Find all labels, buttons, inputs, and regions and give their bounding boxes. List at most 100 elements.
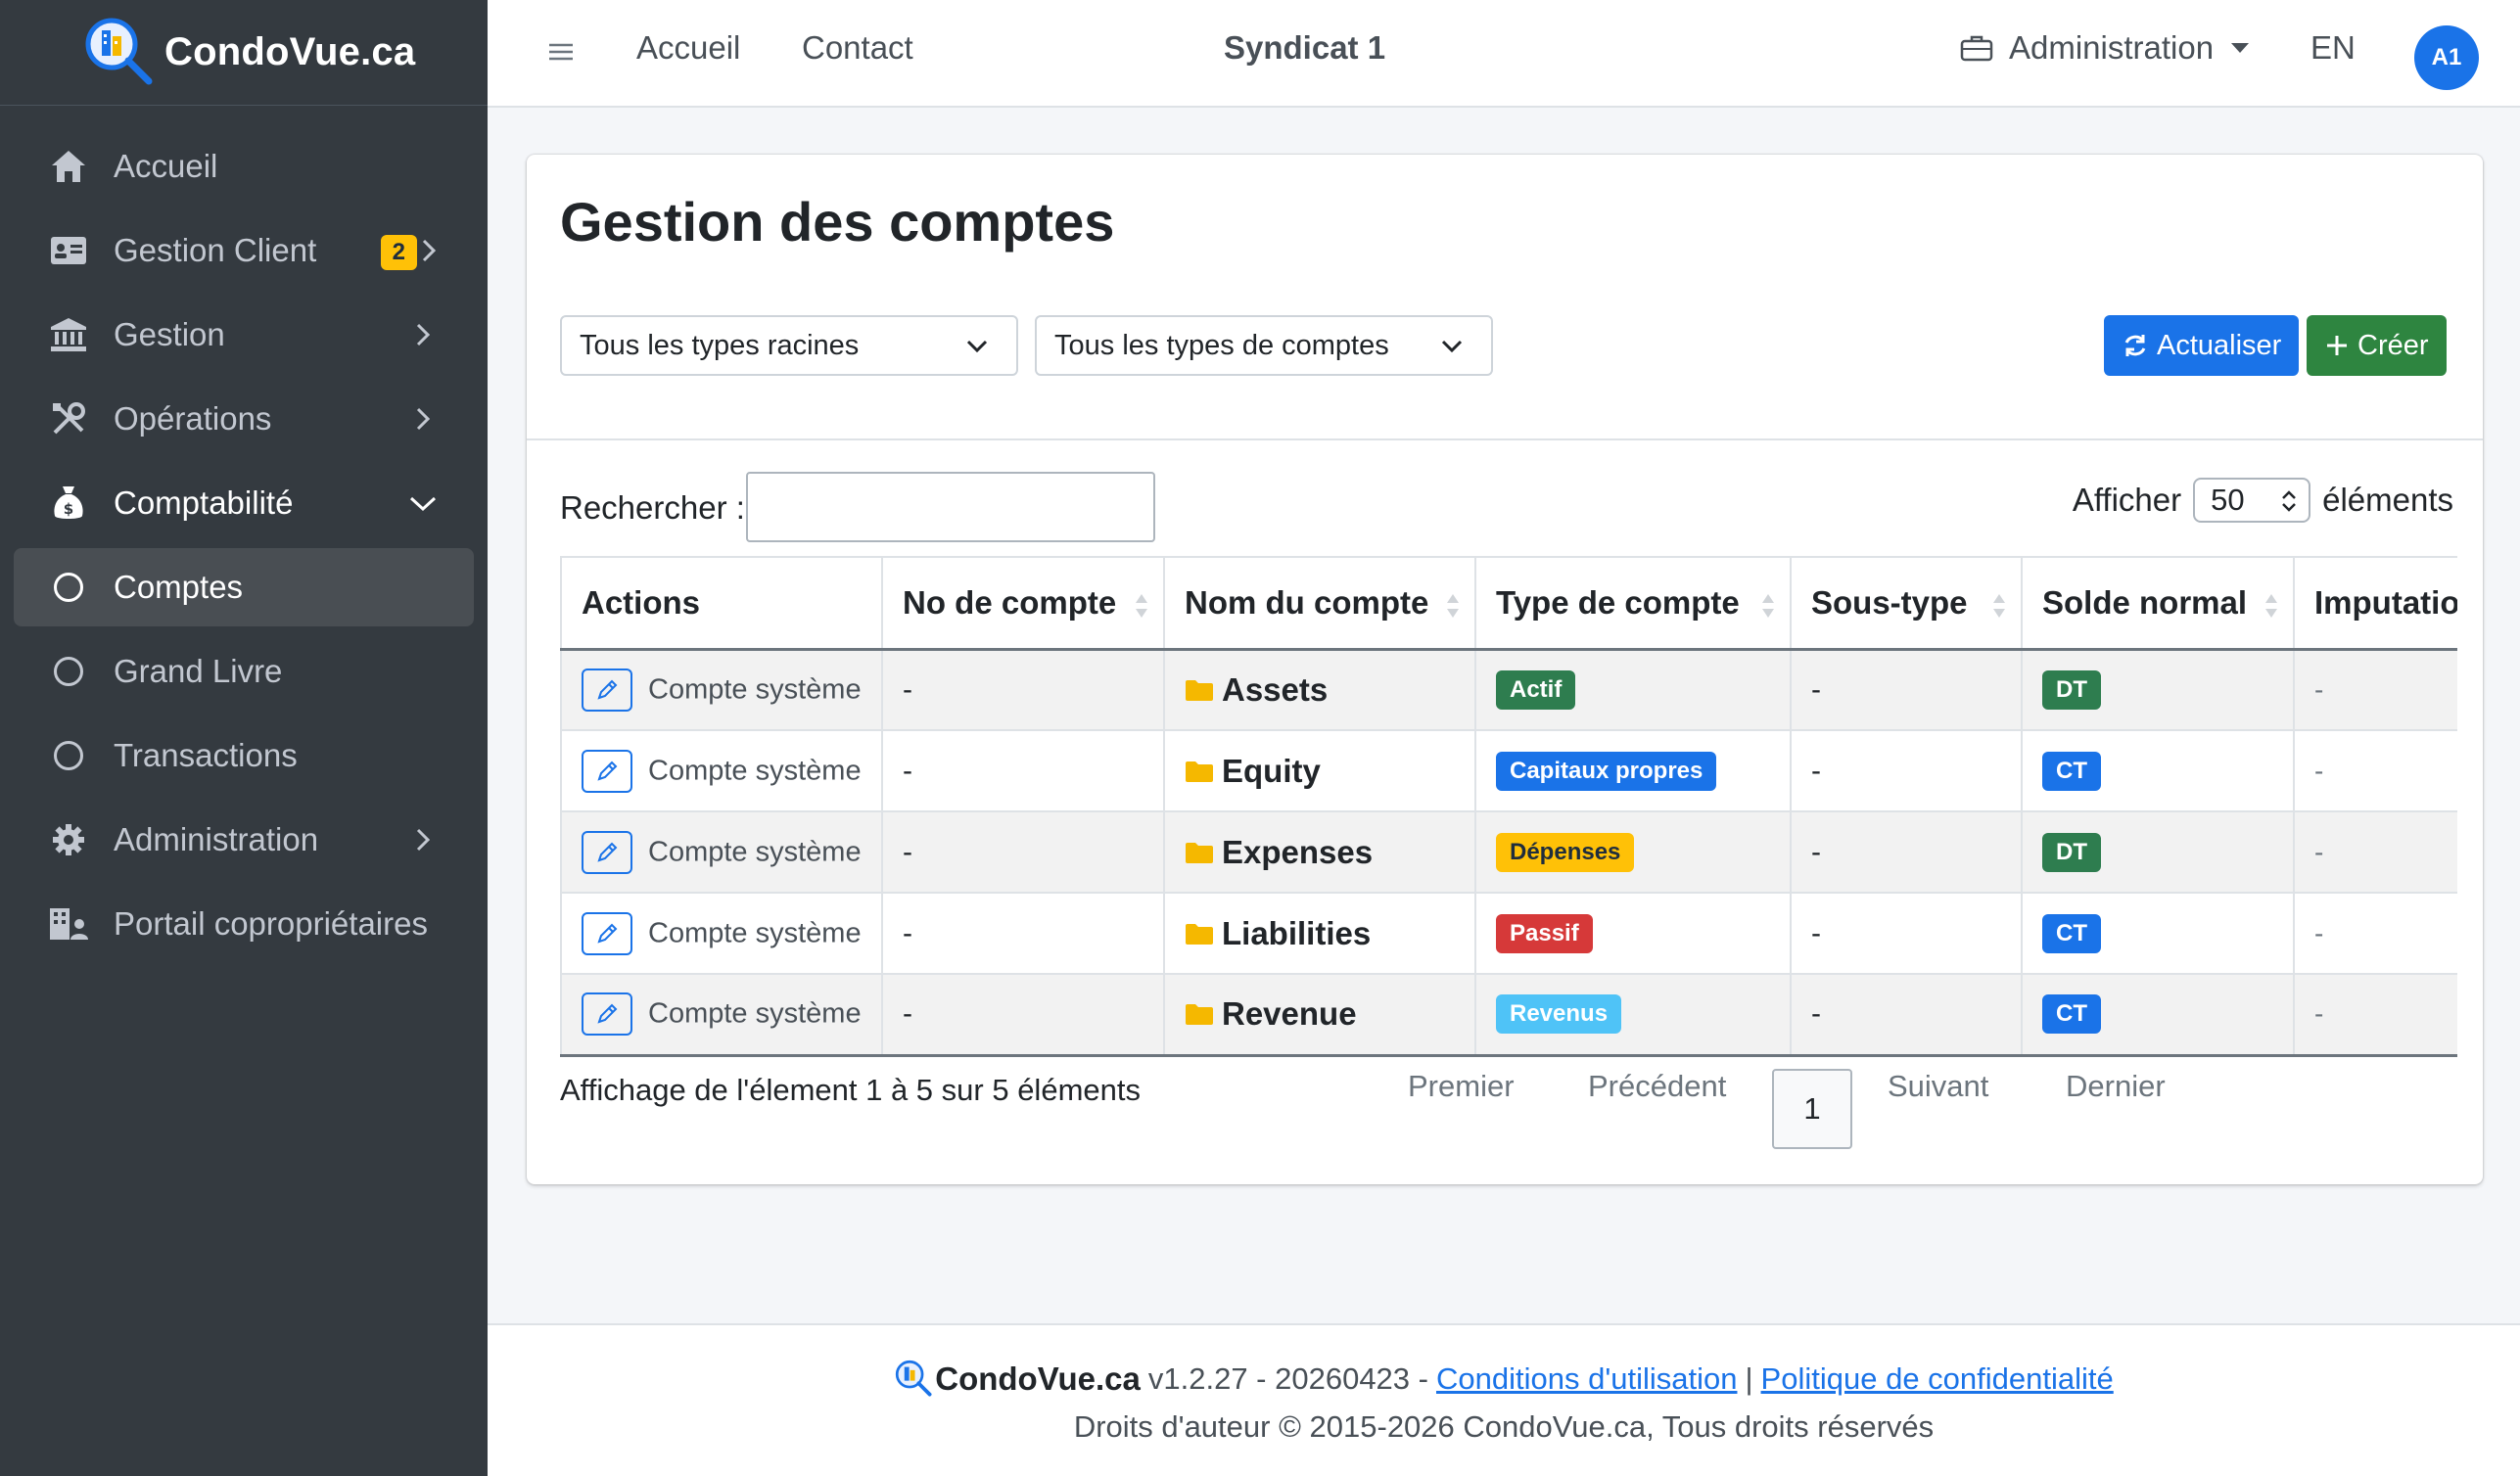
account-number-cell: -	[881, 974, 1165, 1057]
pencil-icon	[597, 1003, 618, 1024]
folder-icon	[1186, 923, 1213, 945]
table-row: Compte système - Assets Actif - DT -	[560, 649, 2457, 731]
edit-button[interactable]	[582, 668, 632, 712]
edit-button[interactable]	[582, 749, 632, 793]
admin-dropdown-label: Administration	[2009, 29, 2215, 66]
briefcase-icon	[1960, 35, 1993, 62]
subtype-value: -	[1811, 916, 1821, 949]
column-header-imputation[interactable]: Imputation	[2293, 556, 2457, 651]
account-name-cell: Liabilities	[1163, 893, 1476, 975]
edit-button[interactable]	[582, 830, 632, 874]
admin-dropdown[interactable]: Administration	[1960, 29, 2250, 67]
root-type-filter-value: Tous les types racines	[580, 329, 860, 361]
pagination-current-page[interactable]: 1	[1772, 1069, 1852, 1149]
account-name-cell: Equity	[1163, 730, 1476, 812]
actions-cell: Compte système	[560, 730, 883, 812]
edit-button[interactable]	[582, 992, 632, 1037]
pagination-last[interactable]: Dernier	[2066, 1069, 2166, 1104]
column-header-number[interactable]: No de compte	[881, 556, 1165, 651]
column-header-actions: Actions	[560, 556, 883, 651]
bank-icon	[49, 315, 88, 354]
circle-icon	[49, 568, 88, 607]
imputation-value: -	[2314, 917, 2324, 948]
tools-icon	[49, 399, 88, 438]
svg-text:$: $	[64, 500, 73, 518]
nav-link-contact[interactable]: Contact	[802, 29, 913, 67]
id-card-icon	[49, 231, 88, 270]
account-number: -	[903, 916, 912, 949]
column-header-label: Nom du compte	[1185, 583, 1429, 621]
sidebar-item-gestion[interactable]: Gestion	[14, 296, 474, 374]
create-button[interactable]: Créer	[2307, 315, 2447, 376]
account-type-badge: Passif	[1496, 913, 1593, 953]
edit-button[interactable]	[582, 911, 632, 955]
refresh-button[interactable]: Actualiser	[2104, 315, 2300, 376]
sidebar-item-portail[interactable]: Portail copropriétaires	[14, 885, 474, 963]
pagination-previous[interactable]: Précédent	[1588, 1069, 1726, 1104]
column-header-type[interactable]: Type de compte	[1474, 556, 1792, 651]
pencil-icon	[597, 842, 618, 862]
privacy-link[interactable]: Politique de confidentialité	[1761, 1361, 2114, 1397]
normal-balance-cell: CT	[2021, 730, 2295, 812]
folder-icon	[1186, 761, 1213, 782]
account-type-cell: Capitaux propres	[1474, 730, 1792, 812]
system-account-label: Compte système	[648, 997, 862, 1030]
table-row: Compte système - Revenue Revenus - CT -	[560, 974, 2457, 1057]
search-input[interactable]	[746, 472, 1155, 542]
sidebar-item-transactions[interactable]: Transactions	[14, 716, 474, 795]
sidebar-item-comptabilite[interactable]: $ Comptabilité	[14, 464, 474, 542]
search-label: Rechercher :	[560, 489, 745, 526]
account-type-cell: Dépenses	[1474, 811, 1792, 894]
account-number-cell: -	[881, 893, 1165, 975]
account-name-cell: Assets	[1163, 649, 1476, 731]
pagination-first[interactable]: Premier	[1408, 1069, 1515, 1104]
sidebar-item-administration[interactable]: Administration	[14, 801, 474, 879]
footer-brand: CondoVue.ca	[935, 1361, 1141, 1397]
accounts-table-wrapper: Actions No de compte Nom du compte Type …	[560, 556, 2457, 1210]
column-header-normal-balance[interactable]: Solde normal	[2021, 556, 2295, 651]
menu-toggle-icon[interactable]	[546, 37, 576, 67]
subtype-value: -	[1811, 754, 1821, 787]
account-number: -	[903, 997, 912, 1031]
account-number: -	[903, 672, 912, 706]
imputation-value: -	[2314, 998, 2324, 1030]
sidebar-item-gestion-client[interactable]: Gestion Client 2	[14, 211, 474, 290]
table-info: Affichage de l'élement 1 à 5 sur 5 éléme…	[560, 1073, 1141, 1107]
folder-icon	[1186, 1004, 1213, 1026]
table-row: Compte système - Liabilities Passif - CT -	[560, 893, 2457, 975]
sidebar-item-accueil[interactable]: Accueil	[14, 127, 474, 206]
sort-icon	[1993, 594, 2005, 618]
subtype-cell: -	[1790, 649, 2023, 731]
system-account-label: Compte système	[648, 755, 862, 786]
user-avatar[interactable]: A1	[2414, 25, 2479, 90]
chevron-down-icon	[409, 496, 437, 512]
normal-balance-cell: DT	[2021, 649, 2295, 731]
brand-link[interactable]: CondoVue.ca	[0, 0, 488, 106]
normal-balance-cell: DT	[2021, 811, 2295, 894]
sidebar-item-operations[interactable]: Opérations	[14, 380, 474, 458]
column-header-label: Type de compte	[1496, 583, 1740, 621]
root-type-filter[interactable]: Tous les types racines	[560, 315, 1018, 376]
account-type-filter[interactable]: Tous les types de comptes	[1035, 315, 1493, 376]
page-length-value: 50	[2211, 483, 2245, 517]
account-type-cell: Actif	[1474, 649, 1792, 731]
footer-separator: |	[1745, 1361, 1753, 1396]
imputation-cell: -	[2293, 730, 2457, 812]
column-header-subtype[interactable]: Sous-type	[1790, 556, 2023, 651]
sidebar-item-grand-livre[interactable]: Grand Livre	[14, 632, 474, 711]
language-toggle[interactable]: EN	[2310, 29, 2356, 67]
imputation-value: -	[2314, 755, 2324, 786]
pagination-next[interactable]: Suivant	[1888, 1069, 1988, 1104]
page-length-select[interactable]: 50	[2193, 478, 2311, 523]
sidebar-item-comptes[interactable]: Comptes	[14, 548, 474, 626]
subtype-cell: -	[1790, 811, 2023, 894]
terms-link[interactable]: Conditions d'utilisation	[1436, 1361, 1738, 1397]
account-name: Expenses	[1222, 833, 1374, 870]
account-name-cell: Expenses	[1163, 811, 1476, 894]
logo-icon	[82, 15, 159, 91]
gear-icon	[49, 820, 88, 859]
nav-link-accueil[interactable]: Accueil	[636, 29, 740, 67]
column-header-name[interactable]: Nom du compte	[1163, 556, 1476, 651]
account-number-cell: -	[881, 811, 1165, 894]
chevron-right-icon	[416, 407, 431, 431]
